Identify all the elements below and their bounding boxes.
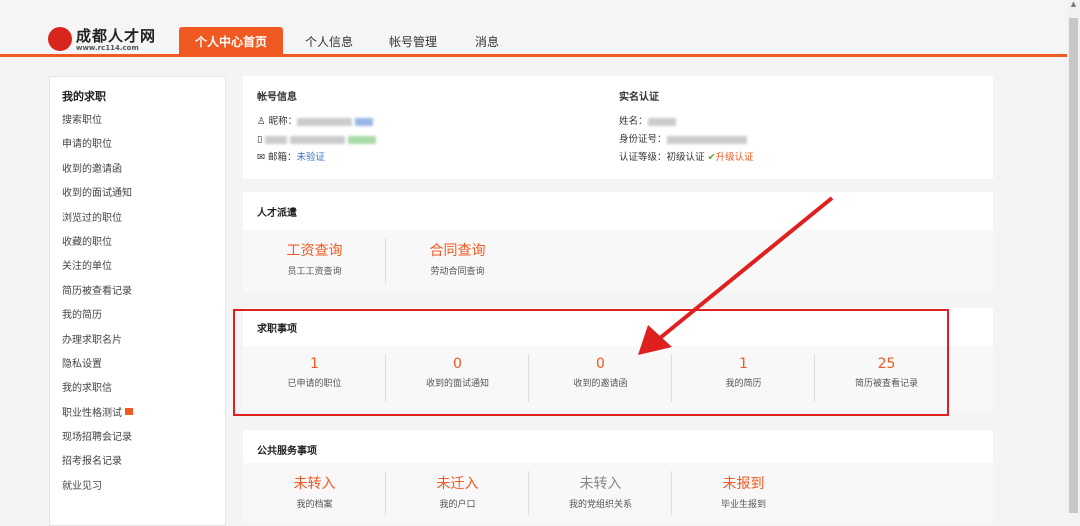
annotation-arrow-icon — [638, 196, 834, 355]
scroll-up-icon[interactable]: ▲ — [1067, 0, 1080, 8]
scrollbar-thumb[interactable] — [1069, 18, 1078, 513]
scrollbar[interactable]: ▲ — [1067, 0, 1080, 515]
